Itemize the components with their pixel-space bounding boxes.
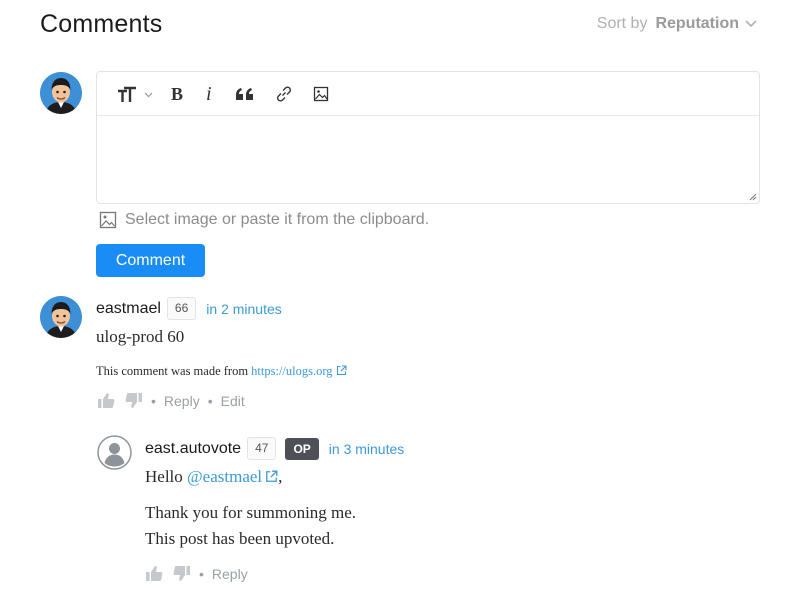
thumbs-up-icon[interactable] [97,392,115,409]
default-user-icon [97,435,132,470]
source-link[interactable]: https://ulogs.org [251,364,347,378]
external-link-icon [336,365,347,376]
resize-handle-icon[interactable] [747,191,757,201]
image-upload-hint[interactable]: Select image or paste it from the clipbo… [99,211,429,229]
link-icon [276,85,292,102]
comment-body: Hello @eastmael, Thank you for summoning… [145,464,356,552]
reply-button[interactable]: Reply [212,566,248,582]
text-size-icon [118,86,153,102]
op-badge: OP [285,437,319,460]
comment-timestamp[interactable]: in 2 minutes [206,301,281,317]
quote-icon [236,87,253,100]
svg-text:B: B [171,86,183,102]
comment-submit-button[interactable]: Comment [96,244,205,277]
comment-line: Hello @eastmael, [145,464,356,490]
svg-text:i: i [206,85,212,103]
user-avatar-icon [40,296,82,338]
comment-textarea[interactable] [97,117,759,203]
reputation-badge: 66 [166,297,197,320]
user-avatar-icon [40,72,82,114]
thumbs-down-icon[interactable] [173,565,191,582]
comment-header: east.autovote 47 OP in 3 minutes [145,437,404,460]
quote-button[interactable] [235,79,255,109]
reply-button[interactable]: Reply [164,393,200,409]
sort-dropdown[interactable]: Sort by Reputation [597,15,757,33]
comment-timestamp[interactable]: in 3 minutes [329,441,404,457]
image-button[interactable] [313,79,329,109]
italic-button[interactable]: i [205,79,215,109]
editor-toolbar: B i [97,72,759,116]
avatar[interactable] [40,296,82,338]
avatar[interactable] [97,435,132,470]
sort-label: Sort by [596,15,648,32]
comment-actions: • Reply • Edit [97,392,245,409]
bold-button[interactable]: B [171,79,185,109]
thumbs-down-icon[interactable] [125,392,143,409]
thumbs-up-icon[interactable] [145,565,163,582]
image-icon [313,86,329,101]
avatar[interactable] [40,72,82,114]
comment-line: This post has been upvoted. [145,529,335,548]
chevron-down-icon [745,20,757,28]
mention-suffix: , [278,467,283,486]
external-link-icon [266,470,278,482]
sort-value[interactable]: Reputation [655,15,739,33]
separator-dot: • [199,565,204,582]
greeting-text: Hello [145,467,183,486]
mention-text: @eastmael [187,467,263,486]
page-title: Comments [40,10,163,38]
edit-button[interactable]: Edit [221,393,245,409]
italic-icon: i [206,85,212,103]
comment-author[interactable]: eastmael [96,300,161,318]
comment-editor: B i [96,71,760,204]
comment-actions: • Reply [145,565,248,582]
comment-line: Thank you for summoning me. [145,503,357,522]
comment-source: This comment was made from https://ulogs… [96,364,347,379]
separator-dot: • [151,392,156,409]
text-size-button[interactable] [117,79,153,109]
source-prefix: This comment was made from [96,364,249,378]
image-icon [99,211,117,229]
reputation-badge: 47 [247,437,277,460]
separator-dot: • [207,392,213,409]
link-button[interactable] [275,79,293,109]
comment-author[interactable]: east.autovote [145,440,241,458]
bold-icon: B [171,86,183,102]
upload-hint-text: Select image or paste it from the clipbo… [125,211,430,228]
comment-body: ulog-prod 60 [96,327,185,346]
source-link-text: https://ulogs.org [251,364,333,378]
comment-header: eastmael 66 in 2 minutes [96,297,282,320]
mention-link[interactable]: @eastmael [187,467,278,486]
